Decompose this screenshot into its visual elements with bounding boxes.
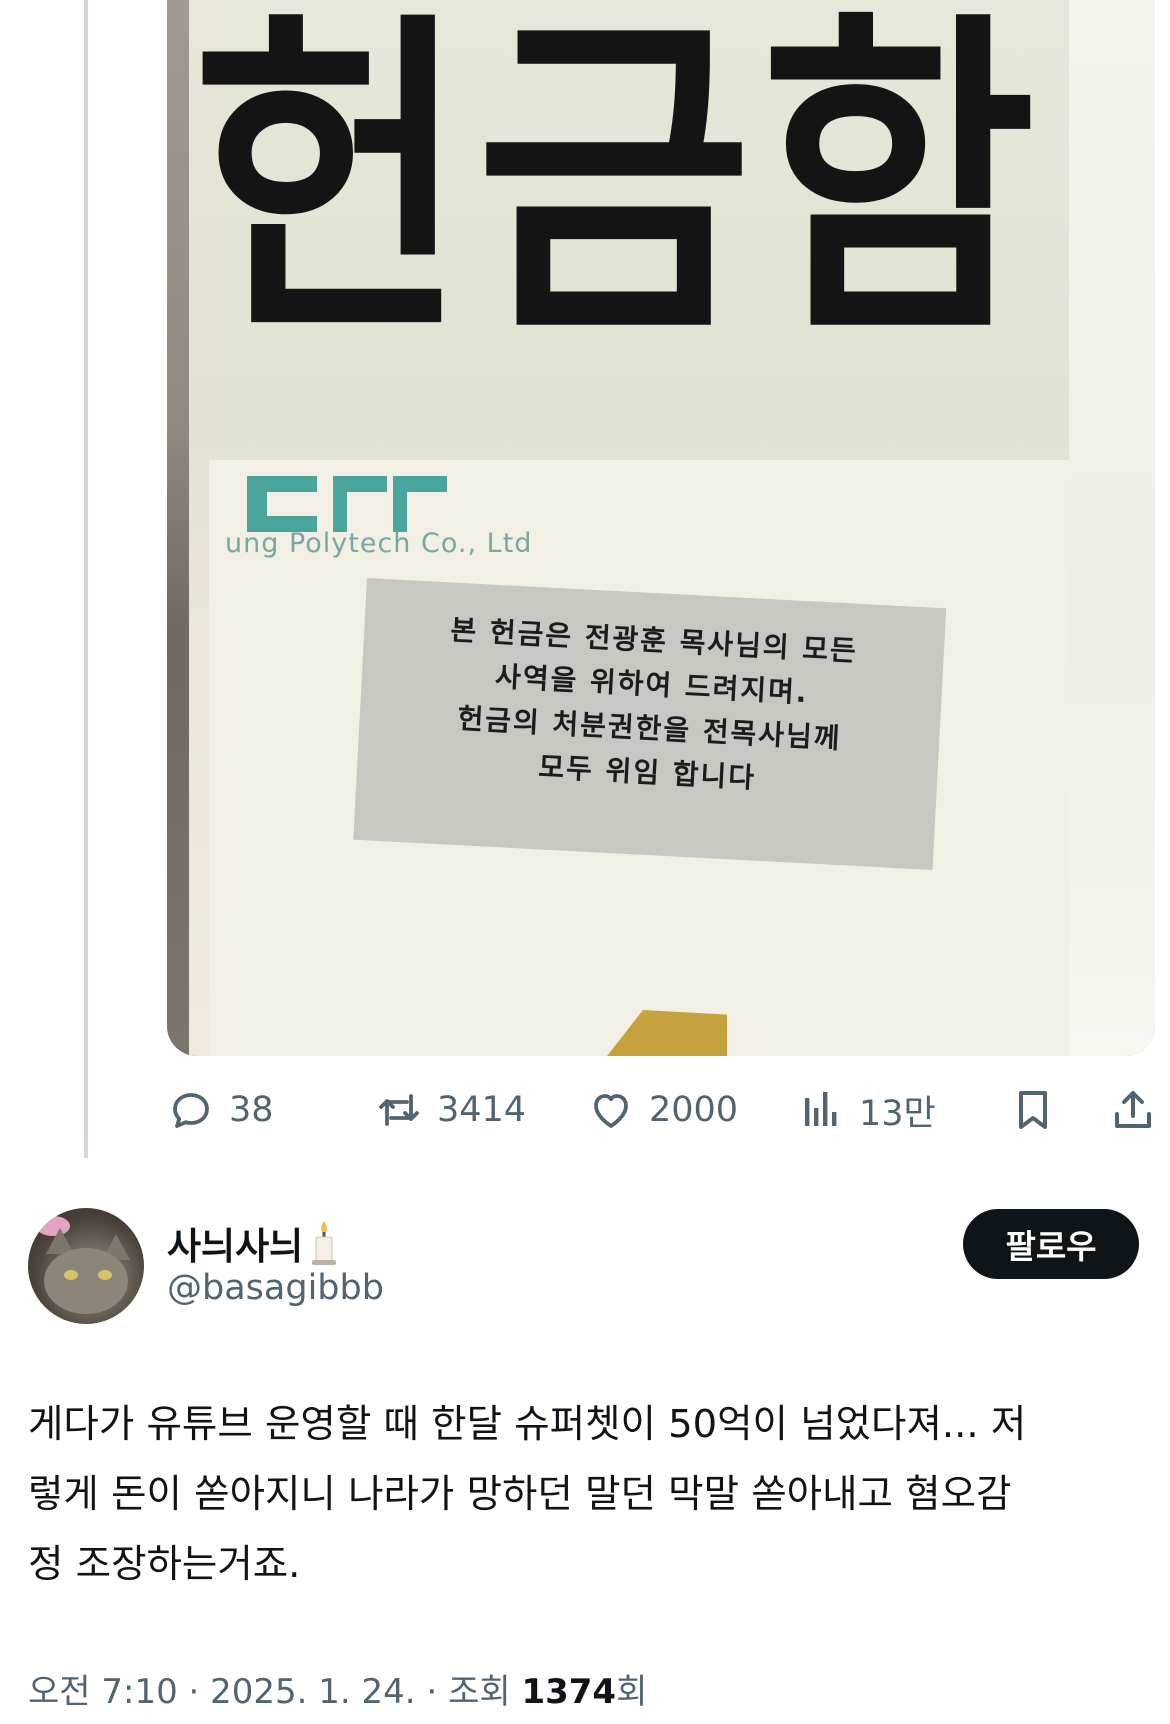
like-count: 2000 — [649, 1090, 739, 1130]
reply-icon — [173, 1093, 209, 1128]
avatar-cat-eye — [98, 1270, 112, 1280]
meta-separator: · — [426, 1672, 449, 1712]
offering-box-sign: 헌금함 — [192, 0, 1044, 377]
tweet-text-line: 게다가 유튜브 운영할 때 한달 슈퍼쳇이 50억이 넘었다져... 저 — [28, 1402, 1027, 1447]
avatar-cat-eye — [64, 1270, 78, 1280]
reply-button[interactable]: 38 — [167, 1080, 274, 1140]
brand-text: ung Polytech Co., Ltd — [225, 528, 533, 559]
share-icon — [1115, 1091, 1151, 1128]
tweet-time[interactable]: 오전 7:10 — [28, 1672, 178, 1712]
view-count: 13만 — [859, 1093, 936, 1134]
author-display-name: 사늬사늬 — [167, 1225, 304, 1268]
retweet-icon — [379, 1094, 419, 1126]
views-button[interactable]: 13만 — [797, 1080, 936, 1140]
candle-icon — [312, 1221, 337, 1265]
thread-connector-line — [84, 0, 88, 1158]
retweet-button[interactable]: 3414 — [375, 1080, 526, 1140]
tweet-text: 게다가 유튜브 운영할 때 한달 슈퍼쳇이 50억이 넘었다져... 저 렇게 … — [28, 1390, 1138, 1600]
tweet-text-line: 정 조장하는거죠. — [28, 1542, 301, 1587]
meta-separator: · — [188, 1672, 211, 1712]
bookmark-icon — [1019, 1091, 1047, 1129]
like-button[interactable]: 2000 — [587, 1080, 738, 1140]
retweet-count: 3414 — [437, 1090, 527, 1130]
tweet-date[interactable]: 2025. 1. 24. — [210, 1672, 415, 1712]
tweet-action-bar: 38 3414 2000 13만 — [167, 1080, 1167, 1140]
offering-box-side — [1069, 0, 1155, 1056]
avatar-cat-face — [44, 1248, 128, 1314]
notice-label: 본 헌금은 전광훈 목사님의 모든 사역을 위하여 드려지며. 헌금의 처분권한… — [353, 578, 947, 870]
tweet-photo[interactable]: 헌금함 ung Polytech Co., Ltd 본 헌금은 전광훈 목사님의… — [167, 0, 1155, 1056]
views-count: 1374 — [521, 1672, 617, 1712]
author-name-row[interactable]: 사늬사늬 — [167, 1216, 339, 1270]
author-handle[interactable]: @basagibbb — [167, 1268, 384, 1308]
views-suffix: 회 — [616, 1672, 648, 1712]
tweet-text-line: 렇게 돈이 쏟아지니 나라가 망하던 말던 막말 쏟아내고 혐오감 — [28, 1472, 1012, 1517]
bookmark-button[interactable] — [1009, 1080, 1057, 1140]
follow-button[interactable]: 팔로우 — [963, 1209, 1139, 1279]
heart-icon — [594, 1094, 628, 1128]
views-chart-icon — [805, 1092, 837, 1126]
tweet-meta: 오전 7:10 · 2025. 1. 24. · 조회 1374회 — [28, 1664, 647, 1713]
share-button[interactable] — [1109, 1080, 1157, 1140]
reply-count: 38 — [229, 1090, 274, 1130]
views-label: 조회 — [448, 1672, 511, 1712]
author-avatar[interactable] — [28, 1208, 144, 1324]
